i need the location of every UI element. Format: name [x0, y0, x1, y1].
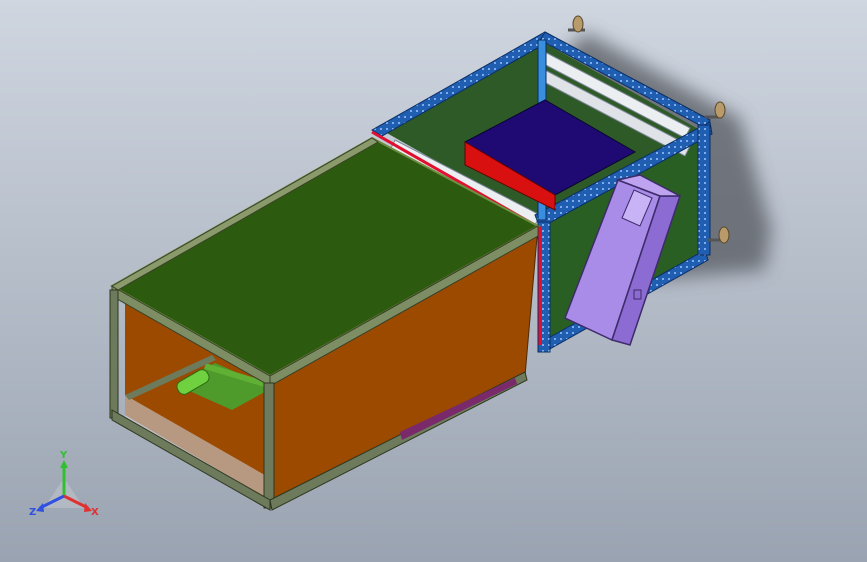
triad-y-label: Y	[59, 450, 68, 461]
frame-post-front-corner	[263, 382, 275, 509]
triad-z-label: Z	[29, 507, 36, 518]
frame-post-left	[109, 289, 119, 419]
frame-post-right	[697, 124, 711, 256]
cabinet-latch[interactable]	[633, 289, 642, 300]
cad-viewport[interactable]: Y X Z	[0, 0, 867, 562]
triad-x-label: X	[91, 507, 99, 518]
